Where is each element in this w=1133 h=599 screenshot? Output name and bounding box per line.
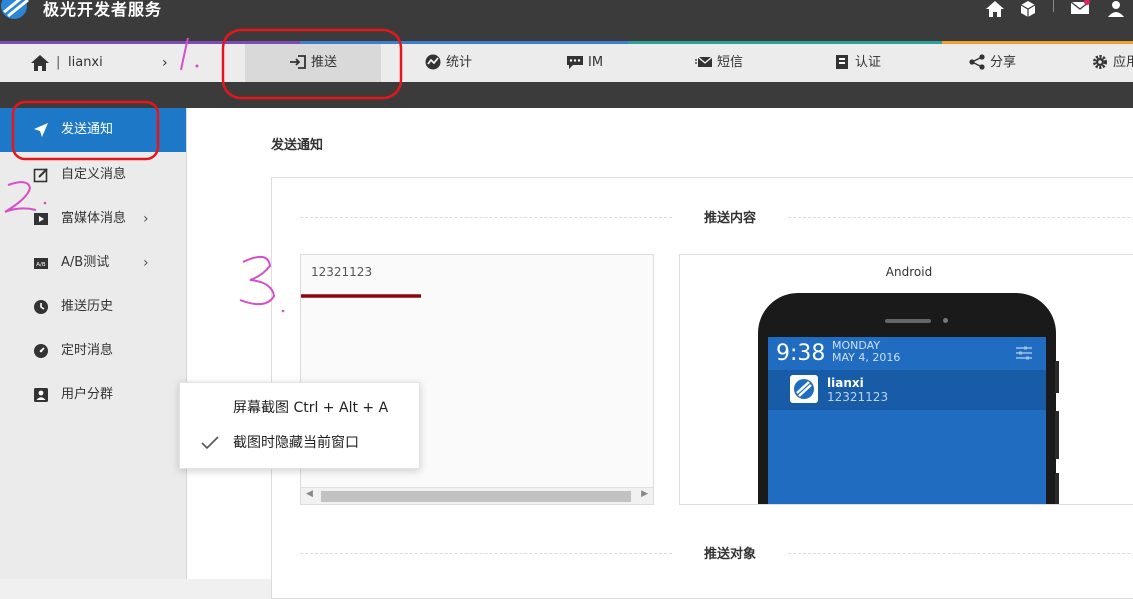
media-icon [34, 213, 48, 225]
android-preview: Android 9:38 MONDAY MAY 4, 2016 lianxi 1… [679, 254, 1133, 505]
lockscreen-date-text: MAY 4, 2016 [832, 351, 901, 364]
phone-mockup: 9:38 MONDAY MAY 4, 2016 lianxi 12321123 [758, 293, 1059, 504]
notification-card: lianxi 12321123 [768, 370, 1046, 410]
lockscreen-time: 9:38 [776, 341, 826, 366]
sms-icon [695, 56, 713, 67]
tab-stats[interactable]: 统计 [424, 44, 472, 82]
project-name: lianxi [68, 55, 103, 70]
checkmark-icon [201, 436, 219, 450]
tab-im-label: IM [588, 55, 604, 70]
phone-side-button [1055, 473, 1059, 504]
scrollbar-thumb[interactable] [321, 491, 631, 502]
sidebar-item-scheduled[interactable]: 定时消息 [0, 329, 186, 373]
tab-sms-label: 短信 [717, 55, 744, 70]
section-title-content: 推送内容 [300, 207, 1133, 227]
scroll-right-icon[interactable]: ▶ [641, 489, 648, 499]
tab-apps-label: 应用 [1113, 55, 1133, 70]
svg-text:A/B: A/B [36, 262, 46, 268]
tab-sms[interactable]: 短信 [695, 44, 743, 82]
gear-icon [1093, 54, 1107, 69]
tab-stats-label: 统计 [446, 55, 473, 70]
tab-auth[interactable]: 认证 [833, 44, 881, 82]
top-header: 极光开发者服务 [0, 0, 1133, 41]
sidebar-item-label: 发送通知 [61, 122, 114, 137]
chevron-right-icon: › [143, 211, 149, 227]
section-title-target: 推送对象 [300, 543, 1133, 563]
horizontal-scrollbar[interactable]: ◀ ▶ [301, 487, 653, 504]
cube-icon[interactable] [1018, 0, 1038, 18]
project-separator: | [56, 55, 61, 70]
menu-item-label: 截图时隐藏当前窗口 [233, 435, 359, 451]
tab-share-label: 分享 [990, 55, 1017, 70]
phone-speaker [885, 319, 931, 323]
sidebar-item-label: 自定义消息 [61, 167, 127, 182]
settings-sliders-icon [1016, 346, 1032, 360]
menu-item-label: 屏幕截图 Ctrl + Alt + A [233, 400, 389, 416]
notification-message: 12321123 [827, 390, 889, 404]
sidebar-item-label: 用户分群 [61, 387, 114, 402]
chevron-right-icon: › [143, 255, 149, 271]
brand-title[interactable]: 极光开发者服务 [43, 0, 162, 20]
tab-im[interactable]: IM [566, 44, 603, 82]
phone-camera [943, 318, 948, 323]
header-divider [1053, 0, 1054, 12]
sidebar-item-label: 定时消息 [61, 343, 114, 358]
preview-platform-label: Android [885, 265, 933, 279]
sidebar-item-label: 推送历史 [61, 299, 114, 314]
home-icon [31, 55, 49, 71]
auth-icon [836, 54, 848, 69]
sidebar-item-rich-media[interactable]: 富媒体消息 › [0, 197, 186, 241]
sidebar-item-user-segments[interactable]: 用户分群 [0, 373, 186, 417]
phone-side-button [1055, 411, 1059, 459]
menu-item-hide-window[interactable]: 截图时隐藏当前窗口 [180, 427, 419, 459]
sub-header-band [0, 82, 1133, 108]
im-icon [567, 55, 583, 69]
tab-auth-label: 认证 [855, 55, 882, 70]
sidebar-item-label: 富媒体消息 [61, 211, 127, 226]
menu-item-screenshot[interactable]: 屏幕截图 Ctrl + Alt + A [180, 392, 419, 424]
stats-icon [425, 54, 441, 69]
tab-share[interactable]: 分享 [968, 44, 1016, 82]
screenshot-context-menu: 屏幕截图 Ctrl + Alt + A 截图时隐藏当前窗口 [179, 382, 420, 469]
ab-test-icon: A/B [34, 258, 48, 269]
edit-icon [33, 168, 48, 183]
home-icon[interactable] [985, 0, 1005, 18]
sidebar-item-custom-message[interactable]: 自定义消息 [0, 153, 186, 197]
app-logo-icon [790, 375, 818, 403]
notification-app-name: lianxi [827, 376, 864, 390]
phone-screen: 9:38 MONDAY MAY 4, 2016 lianxi 12321123 [768, 337, 1046, 504]
mail-icon[interactable] [1070, 0, 1090, 18]
sidebar-item-send-notification[interactable]: 发送通知 [0, 108, 186, 152]
timer-icon [34, 344, 48, 358]
tab-push-label: 推送 [310, 55, 337, 70]
main-content: 发送通知 推送内容 12321123 ◀ ▶ Android 9:38 MOND… [187, 108, 1133, 599]
user-icon[interactable] [1106, 0, 1126, 18]
sidebar: 发送通知 自定义消息 富媒体消息 › A/B A/B测试 › 推送历史 定时消息… [0, 108, 187, 579]
product-nav: | lianxi › 推送 统计 IM 短信 认证 分享 应用 [0, 44, 1133, 82]
share-icon [969, 53, 985, 70]
sidebar-item-label: A/B测试 [61, 255, 110, 270]
tab-push[interactable]: 推送 [245, 44, 381, 82]
tab-apps[interactable]: 应用 [1091, 44, 1133, 82]
page-title: 发送通知 [271, 138, 324, 153]
sidebar-item-ab-test[interactable]: A/B A/B测试 › [0, 241, 186, 285]
lockscreen-date: MONDAY MAY 4, 2016 [832, 340, 900, 364]
content-text: 12321123 [311, 265, 373, 279]
send-icon [34, 123, 48, 137]
user-group-icon [34, 388, 48, 402]
logo-icon[interactable] [0, 0, 36, 20]
phone-side-button [1055, 361, 1059, 393]
chevron-right-icon: › [162, 55, 168, 71]
scroll-left-icon[interactable]: ◀ [306, 489, 313, 499]
push-icon [289, 54, 306, 69]
history-icon [34, 300, 48, 314]
sidebar-item-push-history[interactable]: 推送历史 [0, 285, 186, 329]
